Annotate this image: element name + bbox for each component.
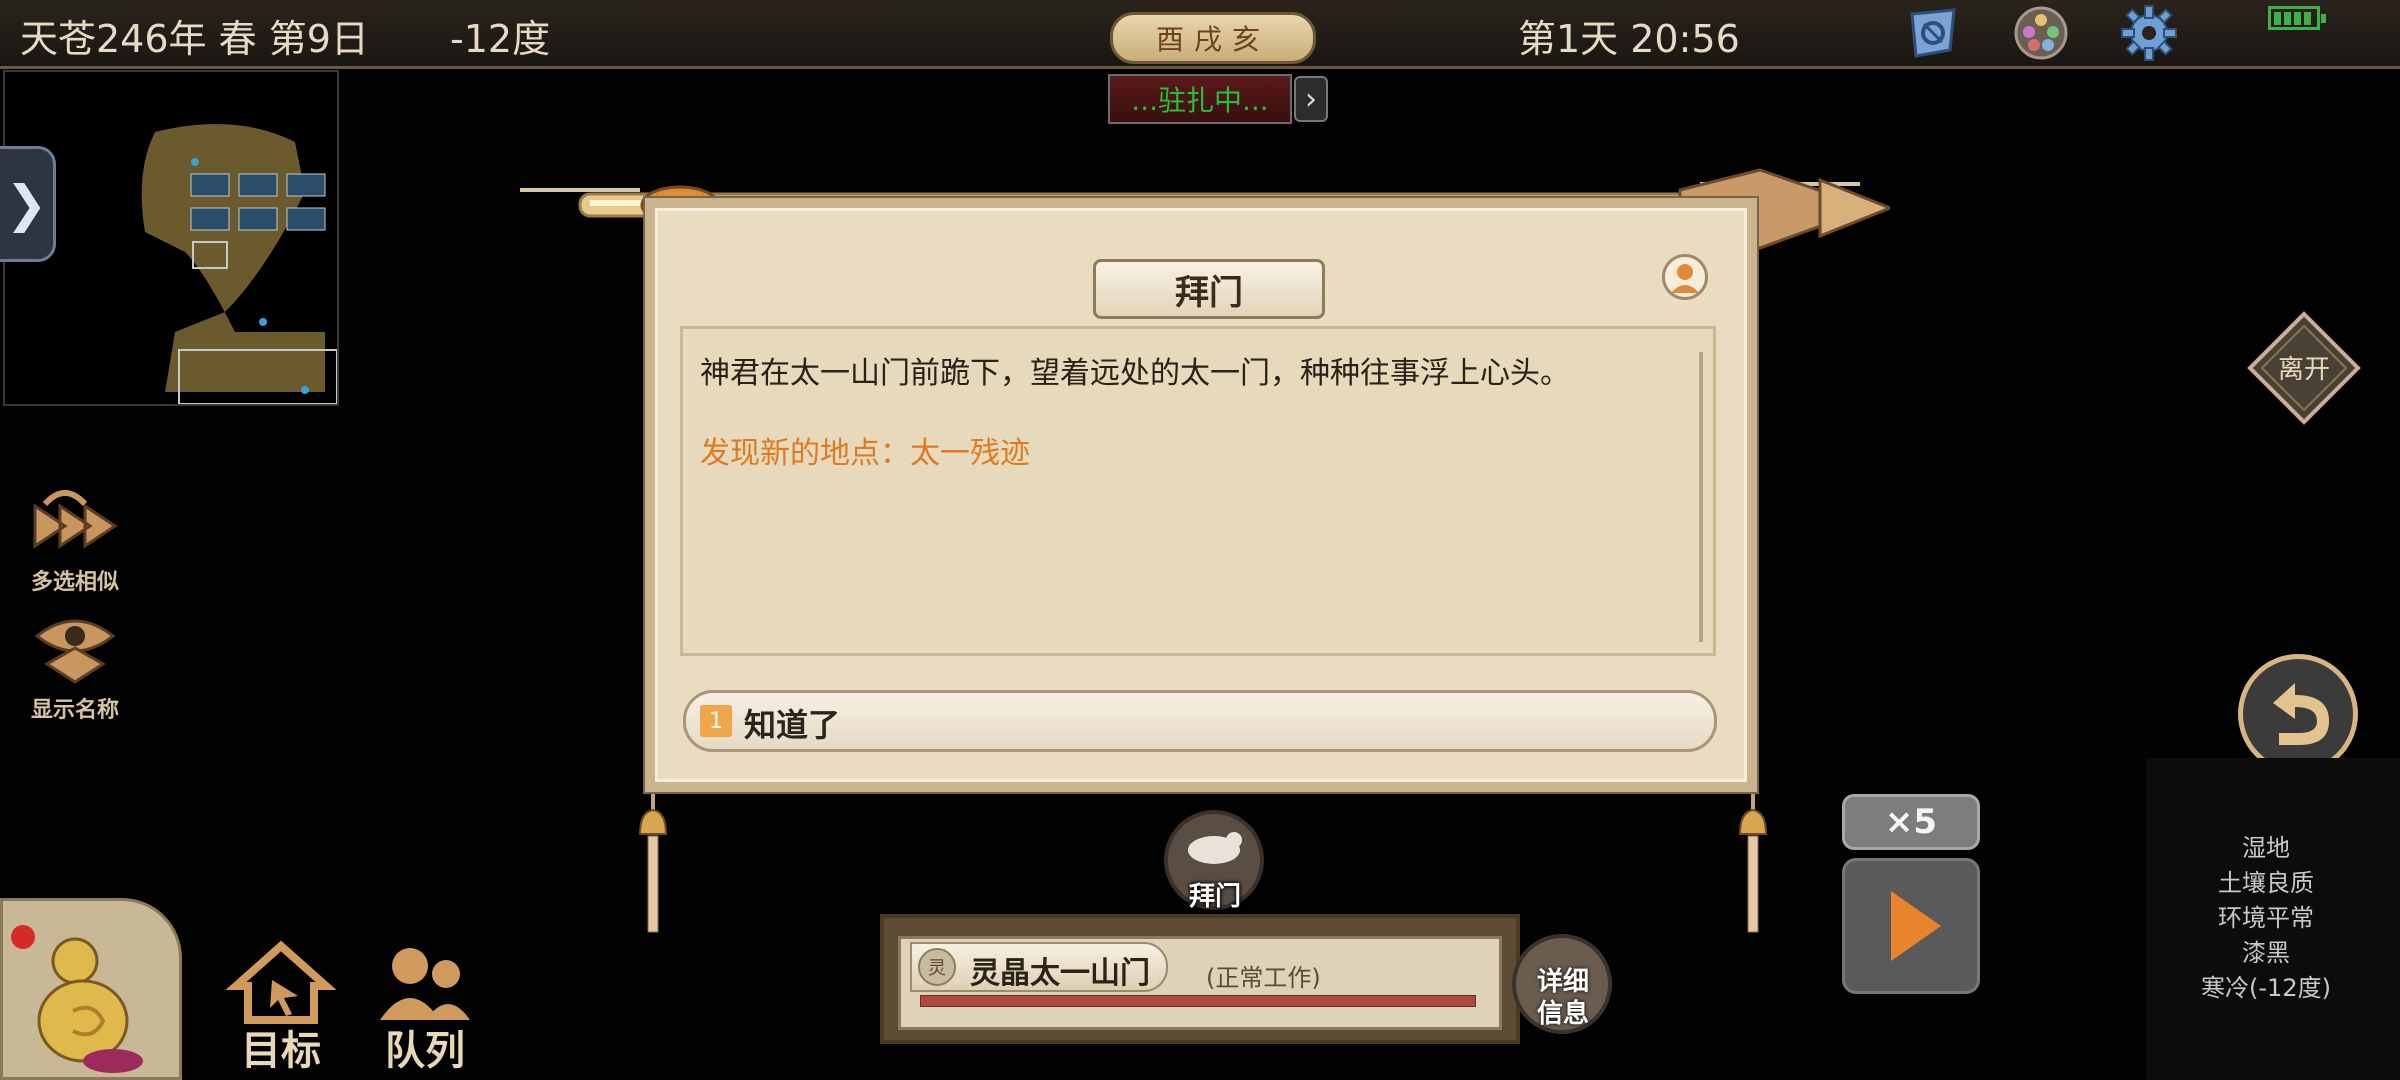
gourd-icon [11,925,143,1073]
gourd-inventory-button[interactable] [0,898,182,1080]
show-names-button[interactable]: 显示名称 [20,612,130,724]
top-bar: 天苍246年 春 第9日 -12度 酉戌亥 第1天 20:56 [0,0,2400,69]
location-status: (正常工作) [1206,964,1321,992]
target-button[interactable]: 目标 [225,940,337,1074]
banner-next-button[interactable]: › [1294,76,1328,122]
dialog-title: 拜门 [1093,259,1325,319]
play-icon [1891,891,1941,961]
queue-button[interactable]: 队列 [370,940,480,1074]
show-names-label: 显示名称 [30,698,119,723]
bow-action-label: 拜门 [1188,882,1241,912]
time-of-day-dial[interactable]: 酉戌亥 [1110,12,1316,64]
station-status-banner[interactable]: ...驻扎中... [1108,74,1292,124]
choice-number-badge: 1 [700,705,732,737]
kneel-icon [1188,832,1242,864]
soil-quality: 土壤良质 [2218,869,2314,897]
back-button[interactable] [2238,654,2358,774]
undo-arrow-icon [2273,683,2329,745]
queue-label: 队列 [385,1028,465,1074]
shield-icon[interactable] [1904,4,1962,62]
day-clock: 第1天 20:56 [1518,17,1740,61]
choice-label: 知道了 [744,706,841,744]
speed-multiplier-button[interactable]: ×5 [1842,794,1980,850]
dialog-body-text: 神君在太一山门前跪下，望着远处的太一门，种种往事浮上心头。 [700,356,1570,391]
multi-select-button[interactable]: 多选相似 [20,486,130,596]
location-progress-bar [920,995,1476,1007]
battery-icon [2268,6,2326,30]
terrain-type: 湿地 [2242,834,2290,862]
dialog-scrollbar[interactable] [1699,352,1703,642]
location-seal-icon: 灵 [918,948,956,986]
multi-select-label: 多选相似 [30,570,119,595]
location-name: 灵晶太一山门 [970,956,1150,991]
calendar-date: 天苍246年 春 第9日 [20,17,369,61]
person-icon [1671,264,1699,293]
environment-status: 环境平常 [2218,904,2314,932]
multi-select-icon [33,490,118,549]
temperature-readout: -12度 [450,17,551,61]
target-icon [225,940,337,1024]
target-label: 目标 [241,1028,321,1074]
leave-button[interactable]: 离开 [2244,308,2364,428]
detail-label-line1: 详细 [1536,967,1589,997]
eye-icon [34,619,116,684]
lighting-status: 漆黑 [2242,939,2290,967]
detail-info-label: 详细 信息 [1528,966,1598,1030]
expand-sidebar-tab[interactable]: ❯ [0,146,56,262]
gear-icon[interactable] [2120,4,2178,62]
character-avatar-icon[interactable] [1662,254,1708,300]
right-tassel-bell [1738,774,1768,933]
detail-label-line2: 信息 [1536,999,1589,1029]
play-button[interactable] [1842,858,1980,994]
leave-label: 离开 [2278,355,2330,385]
palette-icon[interactable] [2012,4,2070,62]
discovery-text: 发现新的地点：太一残迹 [700,436,1030,471]
game-screen: 天苍246年 春 第9日 -12度 酉戌亥 第1天 20:56 ❯ ...驻扎中… [0,0,2400,1080]
left-tassel-bell [638,774,668,933]
temperature-status: 寒冷(-12度) [2201,974,2331,1002]
queue-icon [380,948,470,1020]
